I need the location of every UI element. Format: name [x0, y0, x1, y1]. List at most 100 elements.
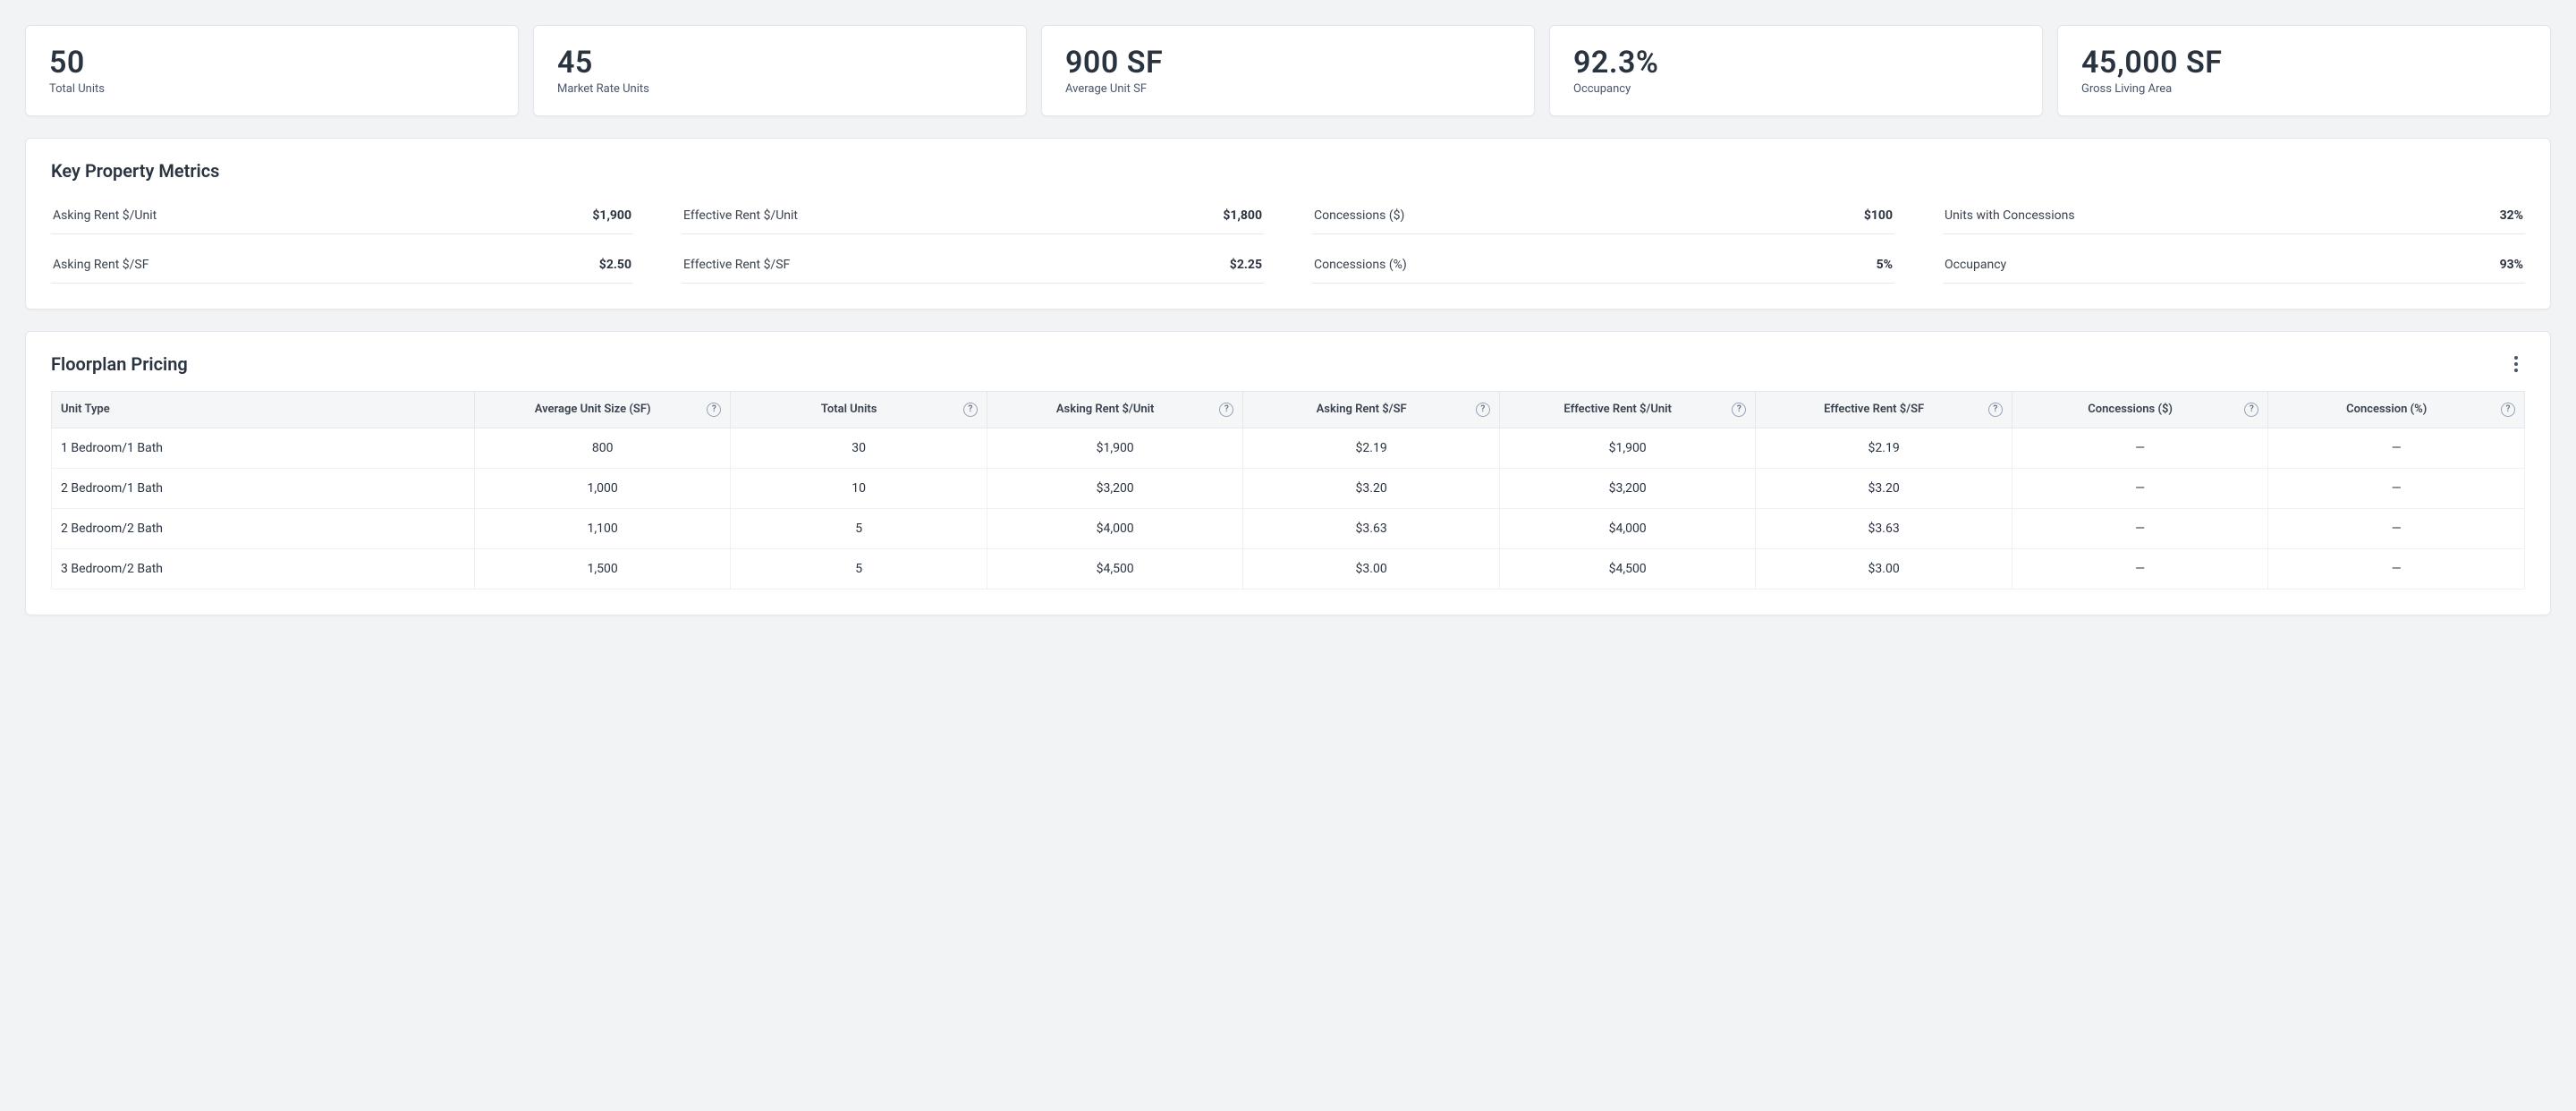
- floorplan-pricing-panel: Floorplan Pricing Unit Type Average Unit…: [25, 331, 2551, 615]
- metric-value: $1,900: [592, 208, 631, 223]
- cell: 800: [474, 428, 731, 469]
- col-total-units[interactable]: Total Units?: [731, 392, 987, 428]
- help-icon[interactable]: ?: [1988, 403, 2003, 417]
- panel-title-row: Floorplan Pricing: [51, 353, 2525, 375]
- col-asking-rent-unit[interactable]: Asking Rent $/Unit?: [987, 392, 1243, 428]
- table-header-row: Unit Type Average Unit Size (SF)? Total …: [52, 392, 2525, 428]
- col-label: Average Unit Size (SF): [535, 403, 651, 417]
- col-unit-type[interactable]: Unit Type: [52, 392, 475, 428]
- stat-card-total-units: 50 Total Units: [25, 25, 519, 116]
- panel-title: Key Property Metrics: [51, 160, 219, 182]
- stat-card-occupancy: 92.3% Occupancy: [1549, 25, 2043, 116]
- stat-card-market-rate-units: 45 Market Rate Units: [533, 25, 1027, 116]
- metric-value: $2.25: [1230, 258, 1262, 272]
- cell: $3.20: [1756, 469, 2012, 509]
- metric-label: Occupancy: [1945, 258, 2006, 272]
- cell: 1,100: [474, 509, 731, 549]
- metric-concessions-dollars: Concessions ($) $100: [1312, 198, 1894, 234]
- stats-row: 50 Total Units 45 Market Rate Units 900 …: [25, 25, 2551, 116]
- cell-unit-type: 1 Bedroom/1 Bath: [52, 428, 475, 469]
- cell: —: [2268, 428, 2525, 469]
- stat-value: 92.3%: [1573, 46, 2019, 81]
- help-icon[interactable]: ?: [707, 403, 721, 417]
- col-label: Asking Rent $/SF: [1317, 403, 1407, 417]
- metric-value: 5%: [1877, 258, 1893, 272]
- metric-label: Effective Rent $/Unit: [683, 208, 798, 223]
- help-icon[interactable]: ?: [963, 403, 978, 417]
- cell: $3.00: [1756, 549, 2012, 589]
- col-label: Effective Rent $/Unit: [1563, 403, 1672, 417]
- metric-label: Concessions (%): [1314, 258, 1407, 272]
- kebab-dot-icon: [2514, 362, 2518, 366]
- metric-value: 32%: [2500, 208, 2523, 223]
- cell-unit-type: 3 Bedroom/2 Bath: [52, 549, 475, 589]
- metric-label: Units with Concessions: [1945, 208, 2075, 223]
- cell: $3.63: [1756, 509, 2012, 549]
- stat-value: 900 SF: [1065, 46, 1511, 81]
- help-icon[interactable]: ?: [1732, 403, 1746, 417]
- kebab-dot-icon: [2514, 356, 2518, 360]
- floorplan-table: Unit Type Average Unit Size (SF)? Total …: [51, 391, 2525, 589]
- metric-value: 93%: [2500, 258, 2523, 272]
- cell-unit-type: 2 Bedroom/2 Bath: [52, 509, 475, 549]
- table-row: 2 Bedroom/1 Bath 1,000 10 $3,200 $3.20 $…: [52, 469, 2525, 509]
- stat-value: 45,000 SF: [2081, 46, 2527, 81]
- cell: $3.20: [1243, 469, 1500, 509]
- metrics-grid: Asking Rent $/Unit $1,900 Effective Rent…: [51, 198, 2525, 284]
- help-icon[interactable]: ?: [2244, 403, 2258, 417]
- metric-label: Effective Rent $/SF: [683, 258, 790, 272]
- col-concessions-dollars[interactable]: Concessions ($)?: [2012, 392, 2268, 428]
- help-icon[interactable]: ?: [2501, 403, 2515, 417]
- stat-label: Average Unit SF: [1065, 82, 1511, 96]
- col-label: Unit Type: [61, 403, 110, 417]
- help-icon[interactable]: ?: [1476, 403, 1490, 417]
- more-options-button[interactable]: [2507, 355, 2525, 373]
- col-avg-unit-size[interactable]: Average Unit Size (SF)?: [474, 392, 731, 428]
- cell: $3.00: [1243, 549, 1500, 589]
- cell: —: [2012, 549, 2268, 589]
- metric-effective-rent-sf: Effective Rent $/SF $2.25: [682, 247, 1264, 284]
- cell: $2.19: [1756, 428, 2012, 469]
- col-label: Asking Rent $/Unit: [1056, 403, 1155, 417]
- col-label: Total Units: [821, 403, 877, 417]
- col-label: Concession (%): [2346, 403, 2427, 417]
- table-row: 2 Bedroom/2 Bath 1,100 5 $4,000 $3.63 $4…: [52, 509, 2525, 549]
- cell: 5: [731, 509, 987, 549]
- metric-units-with-concessions: Units with Concessions 32%: [1943, 198, 2525, 234]
- cell: —: [2012, 428, 2268, 469]
- metric-value: $1,800: [1223, 208, 1262, 223]
- cell: —: [2012, 469, 2268, 509]
- cell: —: [2012, 509, 2268, 549]
- cell: $3.63: [1243, 509, 1500, 549]
- cell: $4,500: [1499, 549, 1756, 589]
- col-effective-rent-unit[interactable]: Effective Rent $/Unit?: [1499, 392, 1756, 428]
- stat-value: 45: [557, 46, 1003, 81]
- cell: $3,200: [987, 469, 1243, 509]
- cell: 10: [731, 469, 987, 509]
- cell: 30: [731, 428, 987, 469]
- stat-label: Market Rate Units: [557, 82, 1003, 96]
- col-concession-pct[interactable]: Concession (%)?: [2268, 392, 2525, 428]
- metric-effective-rent-unit: Effective Rent $/Unit $1,800: [682, 198, 1264, 234]
- key-property-metrics-panel: Key Property Metrics Asking Rent $/Unit …: [25, 138, 2551, 310]
- metric-concessions-pct: Concessions (%) 5%: [1312, 247, 1894, 284]
- col-asking-rent-sf[interactable]: Asking Rent $/SF?: [1243, 392, 1500, 428]
- cell: $1,900: [987, 428, 1243, 469]
- metric-value: $100: [1864, 208, 1893, 223]
- cell: $1,900: [1499, 428, 1756, 469]
- col-label: Concessions ($): [2088, 403, 2173, 417]
- metric-label: Asking Rent $/Unit: [53, 208, 157, 223]
- metric-asking-rent-sf: Asking Rent $/SF $2.50: [51, 247, 633, 284]
- cell: —: [2268, 549, 2525, 589]
- col-effective-rent-sf[interactable]: Effective Rent $/SF?: [1756, 392, 2012, 428]
- panel-title-row: Key Property Metrics: [51, 160, 2525, 182]
- panel-title: Floorplan Pricing: [51, 353, 188, 375]
- cell: $4,000: [1499, 509, 1756, 549]
- kebab-dot-icon: [2514, 369, 2518, 372]
- help-icon[interactable]: ?: [1219, 403, 1233, 417]
- col-label: Effective Rent $/SF: [1824, 403, 1924, 417]
- cell: $2.19: [1243, 428, 1500, 469]
- cell: —: [2268, 469, 2525, 509]
- metric-value: $2.50: [599, 258, 631, 272]
- cell: 1,500: [474, 549, 731, 589]
